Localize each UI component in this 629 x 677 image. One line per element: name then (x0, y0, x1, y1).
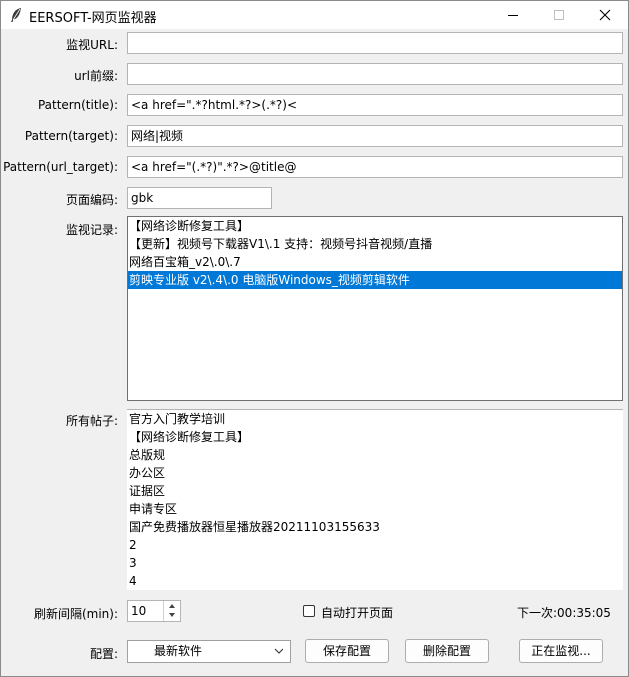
post-line: 办公区 (129, 466, 166, 480)
delete-config-button[interactable]: 删除配置 (405, 639, 489, 663)
pattern-target-input[interactable]: 网络|视频 (127, 125, 623, 147)
post-line: 【网络诊断修复工具】 (129, 430, 250, 444)
feather-icon (9, 7, 23, 23)
close-button[interactable] (582, 1, 628, 29)
chevron-down-icon (274, 648, 284, 654)
all-posts-label: 所有帖子: (65, 414, 118, 428)
auto-open-checkbox[interactable] (303, 605, 315, 617)
spin-up-arrow-icon[interactable] (164, 601, 180, 611)
list-item[interactable]: 【网络诊断修复工具】 (128, 217, 622, 235)
monitor-records-label: 监视记录: (65, 223, 118, 237)
next-run-countdown: 下一次:00:35:05 (517, 606, 611, 620)
maximize-button[interactable] (536, 1, 582, 29)
minimize-icon (508, 15, 518, 16)
post-line: 总版规 (129, 448, 166, 462)
auto-open-label[interactable]: 自动打开页面 (321, 604, 393, 621)
list-item[interactable]: 【更新】视频号下载器V1\.1 支持：视频号抖音视频/直播 (128, 235, 622, 253)
close-icon (599, 9, 611, 21)
config-select[interactable]: 最新软件 (127, 640, 291, 663)
maximize-icon (554, 10, 564, 20)
title-bar[interactable]: EERSOFT-网页监视器 (1, 1, 628, 29)
post-line: 3 (129, 556, 137, 570)
monitor-records-list[interactable]: 【网络诊断修复工具】 【更新】视频号下载器V1\.1 支持：视频号抖音视频/直播… (127, 216, 623, 401)
url-prefix-input[interactable] (127, 63, 623, 85)
list-item[interactable]: 网络百宝箱_v2\.0\.7 (128, 253, 622, 271)
pattern-title-input[interactable]: <a href=".*?html.*?>(.*?)< (127, 94, 623, 116)
spinbox-arrows (163, 601, 180, 621)
minimize-button[interactable] (490, 1, 536, 29)
post-line: 4 (129, 574, 137, 588)
window-title: EERSOFT-网页监视器 (29, 11, 157, 26)
monitor-url-input[interactable] (127, 32, 623, 54)
monitor-url-label: 监视URL: (66, 38, 118, 52)
refresh-interval-label: 刷新间隔(min): (33, 607, 118, 621)
pattern-url-target-label: Pattern(url_target): (3, 160, 118, 174)
app-window: EERSOFT-网页监视器 监视URL: url前缀: Pattern(titl… (0, 0, 629, 677)
list-item-selected[interactable]: 剪映专业版 v2\.4\.0 电脑版Windows_视频剪辑软件 (128, 271, 622, 289)
save-config-button[interactable]: 保存配置 (305, 639, 389, 663)
post-line: 官方入门教学培训 (129, 412, 226, 426)
url-prefix-label: url前缀: (74, 69, 118, 83)
pattern-title-label: Pattern(title): (37, 98, 118, 112)
spin-down-arrow-icon[interactable] (164, 611, 180, 621)
post-line: 申请专区 (129, 502, 178, 516)
config-selected-value: 最新软件 (154, 644, 203, 658)
page-encoding-input[interactable]: gbk (127, 187, 272, 209)
config-label: 配置: (89, 647, 118, 661)
refresh-interval-value[interactable]: 10 (131, 601, 146, 621)
monitoring-button[interactable]: 正在监视... (519, 639, 603, 663)
refresh-interval-spinbox[interactable]: 10 (127, 600, 181, 622)
page-encoding-label: 页面编码: (65, 193, 118, 207)
all-posts-textarea[interactable]: 官方入门教学培训 【网络诊断修复工具】 总版规 办公区 证据区 申请专区 国产免… (127, 409, 623, 590)
pattern-url-target-input[interactable]: <a href="(.*?)".*?>@title@ (127, 156, 623, 178)
post-line: 2 (129, 538, 137, 552)
post-line: 国产免费播放器恒星播放器20211103155633 (129, 520, 380, 534)
pattern-target-label: Pattern(target): (24, 129, 118, 143)
post-line: 证据区 (129, 484, 166, 498)
